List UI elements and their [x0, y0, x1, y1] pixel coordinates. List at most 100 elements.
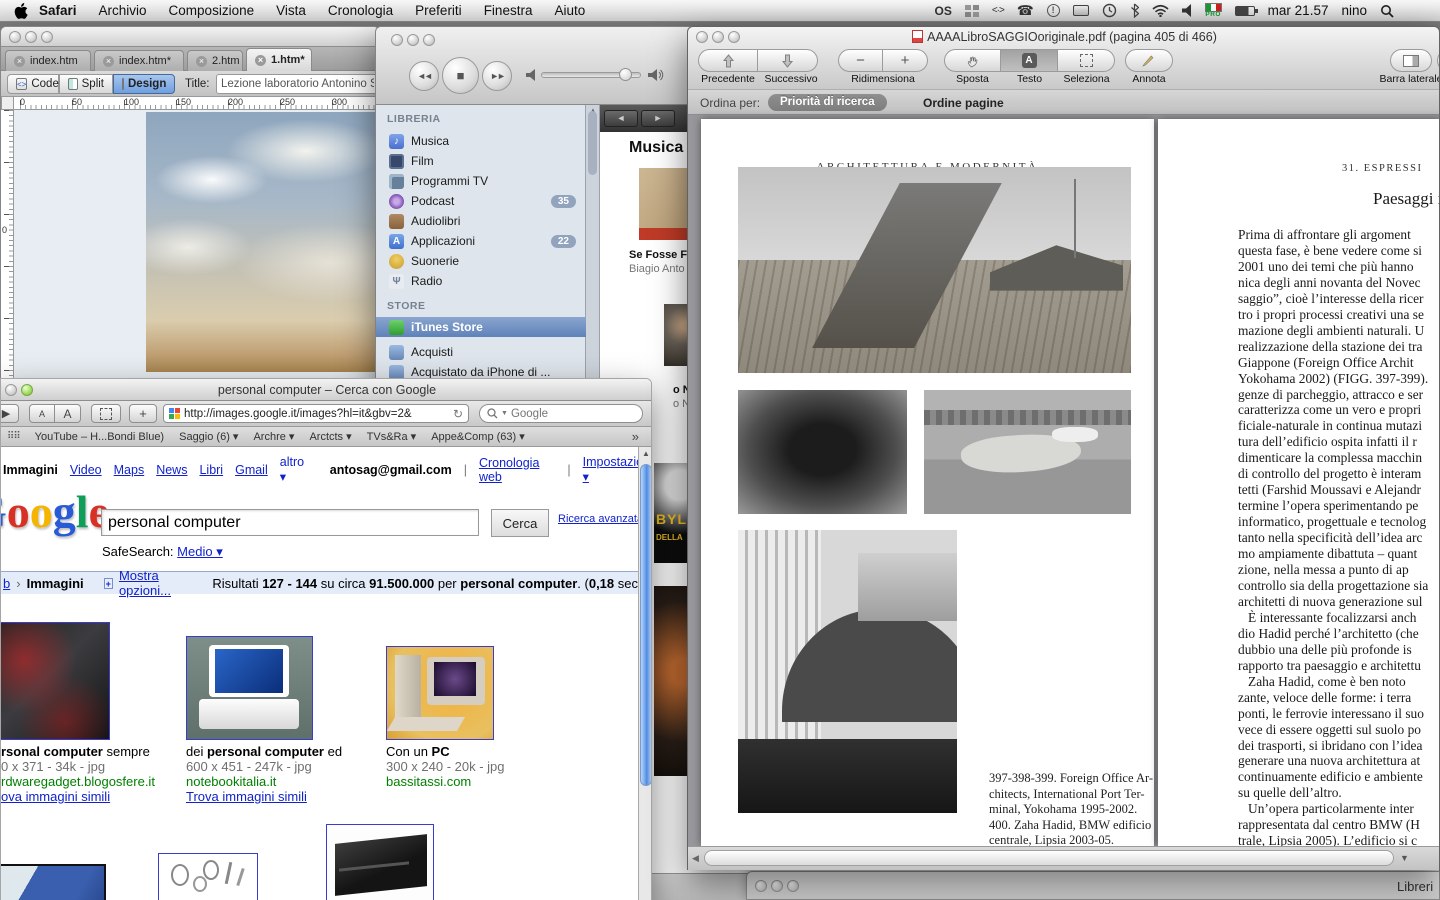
result-image-netbook[interactable]: [186, 636, 313, 740]
increase-text-button[interactable]: A: [55, 404, 81, 423]
code-view-button[interactable]: <>Code: [7, 74, 59, 94]
minimize-button[interactable]: [712, 31, 724, 43]
sort-search-priority-selected[interactable]: Priorità di ricerca: [768, 94, 887, 111]
design-canvas[interactable]: [14, 110, 380, 382]
pdf-horizontal-scrollbar[interactable]: ◀ ▼: [688, 846, 1440, 870]
menu-finestra[interactable]: Finestra: [473, 3, 544, 18]
apple-menu[interactable]: [0, 2, 28, 20]
design-view-button[interactable]: Design: [113, 74, 175, 94]
sidebar-item-film[interactable]: Film: [376, 151, 586, 171]
bookmarks-grid-icon[interactable]: ⠿⠿: [7, 431, 20, 442]
script-menu-icon[interactable]: <·>: [992, 2, 1004, 20]
nav-link-maps[interactable]: Maps: [114, 463, 145, 477]
select-tool-button[interactable]: [1058, 49, 1115, 72]
nav-link-altro[interactable]: altro ▾: [280, 455, 310, 484]
lastfm-menu-icon[interactable]: OS: [934, 2, 951, 20]
web-clip-button[interactable]: [91, 404, 121, 423]
document-title-input[interactable]: [216, 74, 379, 94]
annotate-button[interactable]: [1125, 49, 1173, 72]
sidebar-item-programmi-tv[interactable]: Programmi TV: [376, 171, 586, 191]
show-options-link[interactable]: Mostra opzioni...: [119, 568, 196, 598]
battery-menu-icon[interactable]: [1235, 2, 1255, 20]
bookmarks-overflow-chevron[interactable]: »: [632, 429, 652, 444]
bookmark-item[interactable]: Arctcts ▾: [309, 430, 351, 443]
bookmark-item[interactable]: TVs&Ra ▾: [367, 430, 417, 443]
close-tab-icon[interactable]: ×: [103, 56, 114, 67]
sidebar-item-audiolibri[interactable]: Audiolibri: [376, 211, 586, 231]
sidebar-item-suonerie[interactable]: Suonerie: [376, 251, 586, 271]
result-image-person[interactable]: [1, 864, 106, 900]
menu-composizione[interactable]: Composizione: [158, 3, 266, 18]
input-language-flag-icon[interactable]: PRO: [1205, 2, 1222, 20]
result-image-laptops[interactable]: [1, 622, 110, 740]
page-scrollbar[interactable]: ▲: [638, 447, 652, 900]
zoom-button[interactable]: [787, 880, 799, 892]
sort-page-order[interactable]: Ordine pagine: [923, 96, 1004, 110]
phone-menu-icon[interactable]: ☎: [1017, 2, 1034, 20]
safari-titlebar[interactable]: personal computer – Cerca con Google: [1, 379, 652, 401]
scrollbar-thumb[interactable]: [704, 850, 1394, 866]
nav-link-video[interactable]: Video: [70, 463, 102, 477]
result-image-black-device[interactable]: [326, 824, 434, 900]
decrease-text-button[interactable]: A: [29, 404, 55, 423]
menu-archivio[interactable]: Archivio: [88, 3, 158, 18]
bookmark-item[interactable]: Archre ▾: [253, 430, 294, 443]
result-image-doodle[interactable]: [158, 853, 258, 900]
reload-icon[interactable]: ↻: [453, 407, 463, 421]
next-page-button[interactable]: [758, 49, 818, 72]
zoom-out-button[interactable]: −: [838, 49, 883, 72]
breadcrumb-web-link[interactable]: b: [3, 576, 10, 591]
sidebar-item-applicazioni[interactable]: AApplicazioni22: [376, 231, 586, 251]
zoom-button[interactable]: [21, 384, 33, 396]
nav-link-gmail[interactable]: Gmail: [235, 463, 268, 477]
store-forward-button[interactable]: ►: [641, 110, 675, 127]
menu-aiuto[interactable]: Aiuto: [543, 3, 596, 18]
tab-1-htm-active[interactable]: ×1.htm*: [246, 48, 312, 71]
wifi-menu-icon[interactable]: [1152, 2, 1169, 20]
dreamweaver-titlebar[interactable]: [1, 27, 380, 47]
menu-cronologia[interactable]: Cronologia: [317, 3, 404, 18]
bookmark-item[interactable]: Saggio (6) ▾: [179, 430, 238, 443]
nav-link-news[interactable]: News: [156, 463, 187, 477]
search-options-chevron[interactable]: ▼: [501, 410, 508, 417]
spaces-menu-icon[interactable]: [965, 2, 979, 20]
close-tab-icon[interactable]: ×: [255, 55, 266, 66]
bookmark-item[interactable]: Appe&Comp (63) ▾: [431, 430, 525, 443]
tab-index-htm-modified[interactable]: ×index.htm*: [94, 50, 184, 71]
tab-index-htm[interactable]: ×index.htm: [5, 50, 91, 71]
similar-images-link[interactable]: Trova immagini simili: [186, 789, 342, 804]
display-menu-icon[interactable]: [1073, 2, 1089, 20]
close-button[interactable]: [391, 34, 403, 46]
menu-clock[interactable]: mar 21.57: [1268, 3, 1329, 18]
menu-preferiti[interactable]: Preferiti: [404, 3, 473, 18]
safesearch-value-link[interactable]: Medio ▾: [177, 544, 223, 559]
new-tab-button[interactable]: +: [129, 404, 157, 423]
sidebar-item-acquisti[interactable]: Acquisti: [376, 342, 586, 362]
zoom-button[interactable]: [728, 31, 740, 43]
scrollbar-thumb[interactable]: [640, 464, 652, 786]
close-button[interactable]: [755, 880, 767, 892]
close-tab-icon[interactable]: ×: [14, 56, 25, 67]
move-tool-button[interactable]: [944, 49, 1001, 72]
album-artist[interactable]: Biagio Anto: [629, 263, 685, 275]
minimize-button[interactable]: [5, 384, 17, 396]
scroll-down-arrow-icon[interactable]: ▼: [1400, 853, 1409, 863]
volume-menu-icon[interactable]: [1182, 2, 1192, 20]
scroll-left-arrow-icon[interactable]: ◀: [692, 853, 699, 864]
scrollbar-thumb[interactable]: [588, 111, 597, 175]
close-tab-icon[interactable]: ×: [196, 56, 207, 67]
forward-button[interactable]: ▶: [0, 404, 19, 423]
store-back-button[interactable]: ◄: [604, 110, 638, 127]
address-bar[interactable]: ↻: [163, 404, 469, 423]
zoom-button[interactable]: [41, 31, 53, 43]
menu-vista[interactable]: Vista: [265, 3, 317, 18]
search-field[interactable]: ▼: [479, 404, 643, 423]
zoom-button[interactable]: [423, 34, 435, 46]
zoom-in-button[interactable]: +: [883, 49, 928, 72]
sidebar-item-podcast[interactable]: Podcast35: [376, 191, 586, 211]
sync-alert-icon[interactable]: !: [1047, 2, 1060, 20]
stop-button[interactable]: ■: [442, 57, 479, 94]
minimize-button[interactable]: [771, 880, 783, 892]
background-window-titlebar[interactable]: Libreri: [746, 871, 1440, 900]
fast-user-switching-menu[interactable]: nino: [1341, 3, 1367, 18]
